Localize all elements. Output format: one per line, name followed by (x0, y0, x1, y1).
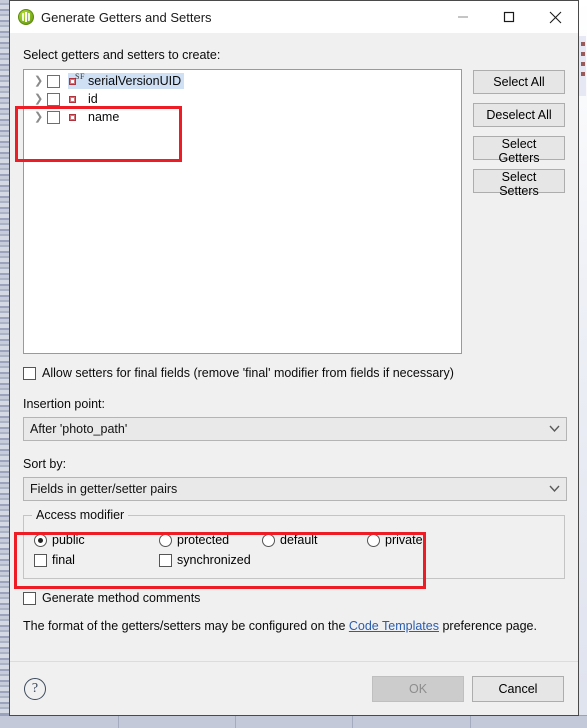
tree-row[interactable]: ❯ id (24, 90, 461, 108)
dialog-actions: OK Cancel (372, 675, 564, 702)
select-setters-button[interactable]: Select Setters (473, 169, 565, 198)
sort-by-label: Sort by: (23, 457, 67, 471)
insertion-point-label: Insertion point: (23, 397, 105, 411)
access-modifier-group: Access modifier public protected default… (23, 508, 565, 579)
close-icon[interactable] (532, 1, 578, 33)
radio-default-label: default (280, 533, 318, 547)
radio-protected-label: protected (177, 533, 230, 547)
sort-by-value: Fields in getter/setter pairs (30, 482, 178, 496)
fields-tree[interactable]: ❯ SF serialVersionUID ❯ id ❯ name (23, 69, 462, 354)
format-note-before: The format of the getters/setters may be… (23, 619, 349, 633)
tree-item-name: id (88, 92, 98, 106)
generate-comments-checkbox[interactable] (23, 591, 36, 605)
deselect-all-button[interactable]: Deselect All (473, 103, 565, 127)
checkbox-synchronized-indicator[interactable] (159, 553, 172, 567)
radio-public-indicator[interactable] (34, 533, 47, 547)
generate-getters-setters-dialog: Generate Getters and Setters Select gett… (9, 0, 579, 716)
access-modifier-checkbox-row: final synchronized (34, 550, 554, 570)
tree-item-name: name (88, 110, 120, 124)
generate-comments-label: Generate method comments (42, 591, 201, 605)
minimize-icon[interactable] (440, 1, 486, 33)
sort-by-select[interactable]: Fields in getter/setter pairs (23, 477, 567, 501)
ide-status-bar (0, 715, 587, 728)
tree-section-label: Select getters and setters to create: (23, 48, 221, 62)
checkbox-final-indicator[interactable] (34, 553, 47, 567)
tree-item-label-wrap: SF serialVersionUID (68, 72, 185, 89)
tree-item-checkbox[interactable] (47, 92, 60, 106)
access-modifier-radio-row: public protected default private (34, 530, 554, 550)
format-note: The format of the getters/setters may be… (23, 619, 565, 633)
allow-final-setters-checkbox[interactable] (23, 366, 36, 380)
maximize-icon[interactable] (486, 1, 532, 33)
dialog-title: Generate Getters and Setters (41, 9, 212, 25)
allow-final-setters-label: Allow setters for final fields (remove '… (42, 366, 454, 380)
checkbox-final[interactable]: final (34, 553, 159, 567)
radio-protected[interactable]: protected (159, 533, 262, 547)
tree-item-label-wrap: name (68, 109, 122, 125)
cancel-button[interactable]: Cancel (472, 675, 564, 702)
radio-private[interactable]: private (367, 533, 423, 547)
tree-and-buttons-row: ❯ SF serialVersionUID ❯ id ❯ name Select… (23, 69, 565, 354)
select-getters-button[interactable]: Select Getters (473, 136, 565, 165)
tree-row[interactable]: ❯ name (24, 108, 461, 126)
access-modifier-title: Access modifier (32, 508, 129, 522)
expand-chevron-icon[interactable]: ❯ (32, 111, 47, 123)
chevron-down-icon (549, 422, 560, 436)
radio-public-label: public (52, 533, 85, 547)
tree-row[interactable]: ❯ SF serialVersionUID (24, 72, 461, 90)
allow-final-setters-row[interactable]: Allow setters for final fields (remove '… (23, 365, 565, 381)
generate-comments-row[interactable]: Generate method comments (23, 590, 565, 606)
ide-right-markers (579, 36, 586, 96)
tree-item-label-wrap: id (68, 91, 101, 107)
tree-item-checkbox[interactable] (47, 74, 60, 88)
help-icon[interactable]: ? (24, 677, 46, 700)
code-templates-link[interactable]: Code Templates (349, 619, 439, 633)
insertion-point-select[interactable]: After 'photo_path' (23, 417, 567, 441)
field-modifier-markers: SF (75, 72, 85, 81)
select-all-button[interactable]: Select All (473, 70, 565, 94)
checkbox-synchronized-label: synchronized (177, 553, 251, 567)
tree-item-checkbox[interactable] (47, 110, 60, 124)
ide-left-strip (0, 0, 9, 728)
checkbox-synchronized[interactable]: synchronized (159, 553, 251, 567)
expand-chevron-icon[interactable]: ❯ (32, 93, 47, 105)
checkbox-final-label: final (52, 553, 75, 567)
format-note-after: preference page. (438, 619, 537, 633)
private-field-icon (68, 110, 84, 124)
radio-default-indicator[interactable] (262, 533, 275, 547)
radio-protected-indicator[interactable] (159, 533, 172, 547)
dialog-content: Select getters and setters to create: ❯ … (10, 33, 578, 661)
expand-chevron-icon[interactable]: ❯ (32, 75, 47, 87)
ide-right-strip (579, 0, 587, 728)
private-field-icon: SF (68, 72, 85, 88)
radio-public[interactable]: public (34, 533, 159, 547)
private-field-icon (68, 92, 84, 106)
tree-action-buttons: Select All Deselect All Select Getters S… (473, 69, 565, 354)
window-controls (440, 1, 578, 33)
radio-private-label: private (385, 533, 423, 547)
chevron-down-icon (549, 482, 560, 496)
dialog-titlebar: Generate Getters and Setters (10, 1, 578, 33)
radio-private-indicator[interactable] (367, 533, 380, 547)
ok-button[interactable]: OK (372, 675, 464, 702)
insertion-point-value: After 'photo_path' (30, 422, 128, 436)
radio-default[interactable]: default (262, 533, 367, 547)
tree-item-name: serialVersionUID (88, 74, 182, 88)
eclipse-generate-icon (18, 9, 34, 25)
dialog-buttonbar: ? OK Cancel (10, 661, 578, 715)
